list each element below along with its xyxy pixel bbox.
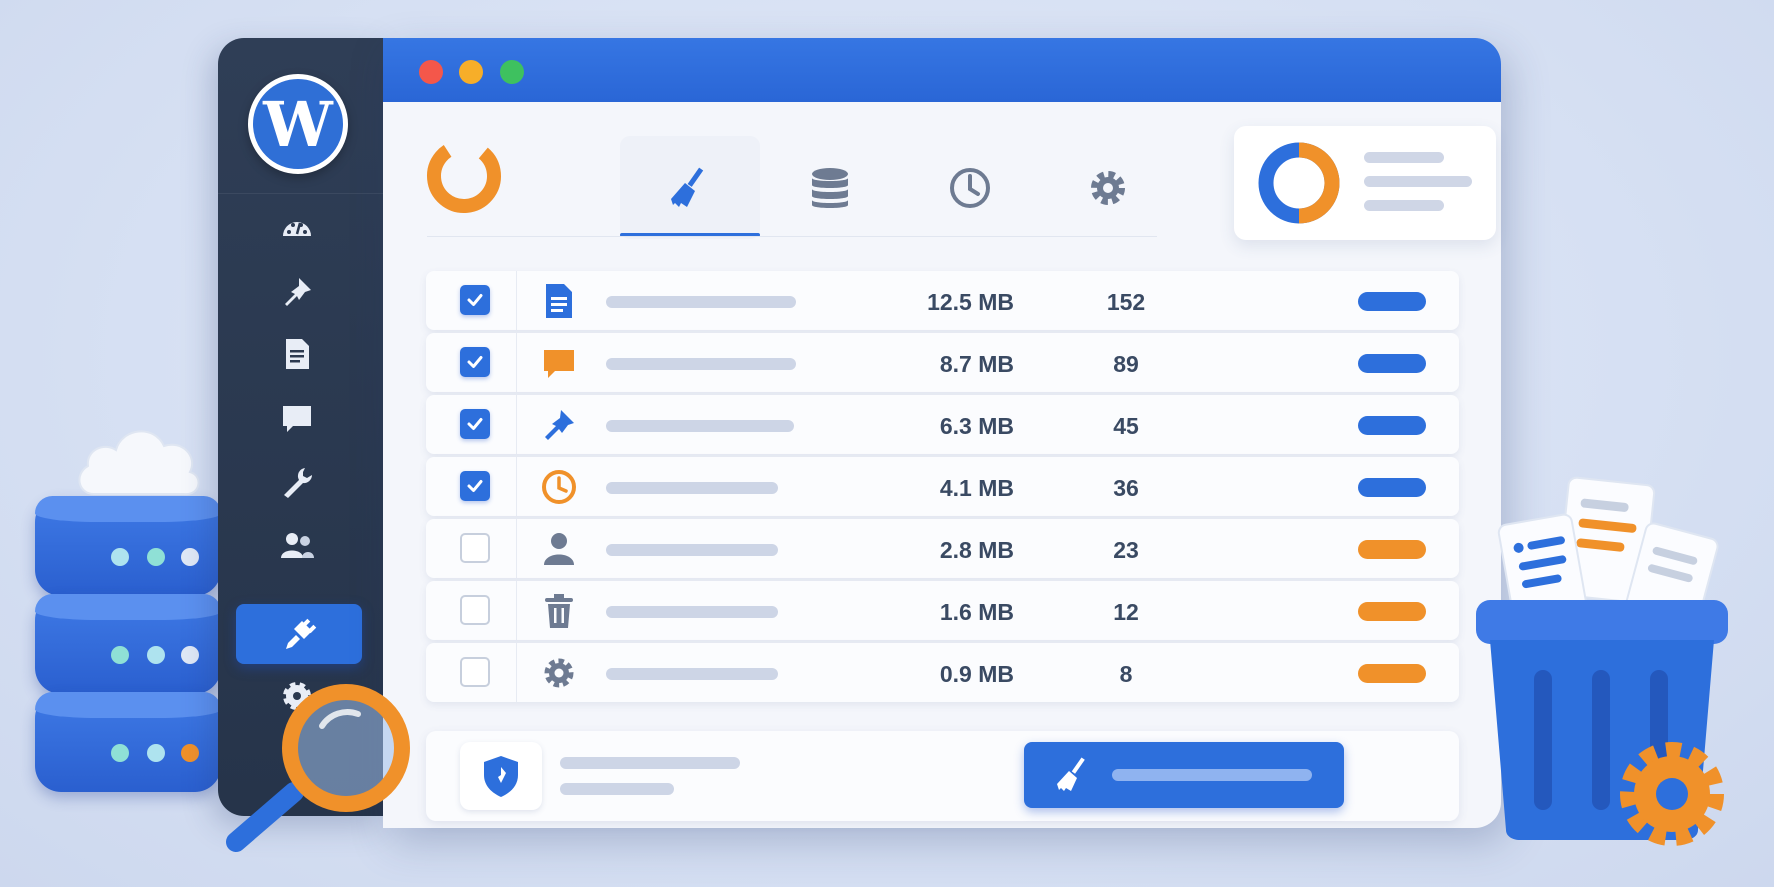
clock-icon <box>950 167 990 208</box>
row-checkbox[interactable] <box>460 285 490 315</box>
trash-icon <box>540 592 578 630</box>
comment-icon <box>540 344 578 382</box>
plugin-window: 12.5 MB 152 8.7 MB 89 6.3 MB 45 4.1 MB 36 2.8 MB… <box>383 38 1501 828</box>
table-row[interactable]: 6.3 MB 45 <box>426 395 1459 454</box>
column-divider <box>516 395 517 454</box>
tab-settings[interactable] <box>1038 136 1178 239</box>
column-divider <box>516 519 517 578</box>
footer-line <box>560 757 740 769</box>
status-pill[interactable] <box>1358 416 1426 435</box>
row-label-placeholder <box>606 544 778 556</box>
footer-bar <box>426 731 1459 821</box>
row-checkbox[interactable] <box>460 657 490 687</box>
broom-icon <box>1057 757 1085 791</box>
row-label-placeholder <box>606 296 796 308</box>
row-size: 12.5 MB <box>927 289 1014 315</box>
dashboard-icon[interactable] <box>277 208 317 248</box>
column-divider <box>516 333 517 392</box>
row-checkbox[interactable] <box>460 595 490 625</box>
status-pill[interactable] <box>1358 664 1426 683</box>
database-icon <box>812 167 848 208</box>
status-pill[interactable] <box>1358 354 1426 373</box>
row-label-placeholder <box>606 482 778 494</box>
donut-chart-icon <box>1258 142 1340 224</box>
row-label-placeholder <box>606 668 778 680</box>
gear-icon <box>540 654 578 692</box>
column-divider <box>516 271 517 330</box>
plugin-icon <box>286 618 317 649</box>
row-size: 2.8 MB <box>939 537 1014 563</box>
row-label-placeholder <box>606 420 794 432</box>
row-size: 0.9 MB <box>939 661 1014 687</box>
column-divider <box>516 457 517 516</box>
status-pill[interactable] <box>1358 602 1426 621</box>
tab-schedule[interactable] <box>900 136 1040 239</box>
row-count: 152 <box>1106 289 1146 315</box>
table-row[interactable]: 1.6 MB 12 <box>426 581 1459 640</box>
server-disc <box>35 692 221 792</box>
row-count: 12 <box>1113 599 1139 625</box>
security-badge[interactable] <box>460 742 542 810</box>
row-label-placeholder <box>606 358 796 370</box>
wrench-icon[interactable] <box>277 462 317 502</box>
pin-icon <box>540 406 578 444</box>
summary-line <box>1364 176 1472 187</box>
magnifier-icon <box>226 684 410 852</box>
row-count: 89 <box>1113 351 1139 377</box>
row-checkbox[interactable] <box>460 533 490 563</box>
server-disc <box>35 594 221 694</box>
footer-line <box>560 783 674 795</box>
wordpress-logo-icon[interactable]: W <box>248 74 348 174</box>
shield-icon <box>484 756 518 797</box>
row-label-placeholder <box>606 606 778 618</box>
pin-icon[interactable] <box>277 272 317 312</box>
summary-line <box>1364 152 1444 163</box>
maximize-dot[interactable] <box>500 60 524 84</box>
row-checkbox[interactable] <box>460 347 490 377</box>
row-checkbox[interactable] <box>460 471 490 501</box>
row-count: 23 <box>1113 537 1139 563</box>
summary-line <box>1364 200 1444 211</box>
window-titlebar <box>383 38 1501 102</box>
button-label-line <box>1112 769 1312 781</box>
status-pill[interactable] <box>1358 478 1426 497</box>
status-pill[interactable] <box>1358 292 1426 311</box>
broom-icon <box>671 167 704 207</box>
server-disc <box>35 496 221 596</box>
cloud-icon <box>78 430 200 496</box>
table-row[interactable]: 8.7 MB 89 <box>426 333 1459 392</box>
tab-divider <box>427 236 1157 237</box>
column-divider <box>516 643 517 702</box>
row-size: 8.7 MB <box>939 351 1014 377</box>
row-size: 6.3 MB <box>939 413 1014 439</box>
table-row[interactable]: 12.5 MB 152 <box>426 271 1459 330</box>
page-icon[interactable] <box>277 334 317 374</box>
table-row[interactable]: 2.8 MB 23 <box>426 519 1459 578</box>
clock-icon <box>540 468 578 506</box>
row-count: 45 <box>1113 413 1139 439</box>
table-row[interactable]: 4.1 MB 36 <box>426 457 1459 516</box>
tab-database[interactable] <box>760 136 900 239</box>
gear-icon <box>1620 742 1724 846</box>
row-size: 1.6 MB <box>939 599 1014 625</box>
clean-now-button[interactable] <box>1024 742 1344 808</box>
row-size: 4.1 MB <box>939 475 1014 501</box>
status-pill[interactable] <box>1358 540 1426 559</box>
gear-icon <box>1091 170 1125 205</box>
row-checkbox[interactable] <box>460 409 490 439</box>
row-count: 8 <box>1119 661 1133 687</box>
table-row[interactable]: 0.9 MB 8 <box>426 643 1459 702</box>
document-icon <box>540 282 578 320</box>
summary-card <box>1234 126 1496 240</box>
close-dot[interactable] <box>419 60 443 84</box>
comment-icon[interactable] <box>277 398 317 438</box>
user-icon <box>540 530 578 568</box>
sidebar-item-plugins[interactable] <box>236 604 362 664</box>
row-count: 36 <box>1113 475 1139 501</box>
users-icon[interactable] <box>277 526 317 566</box>
column-divider <box>516 581 517 640</box>
tab-cleanup[interactable] <box>620 136 760 239</box>
minimize-dot[interactable] <box>459 60 483 84</box>
donut-logo-icon <box>427 138 501 213</box>
